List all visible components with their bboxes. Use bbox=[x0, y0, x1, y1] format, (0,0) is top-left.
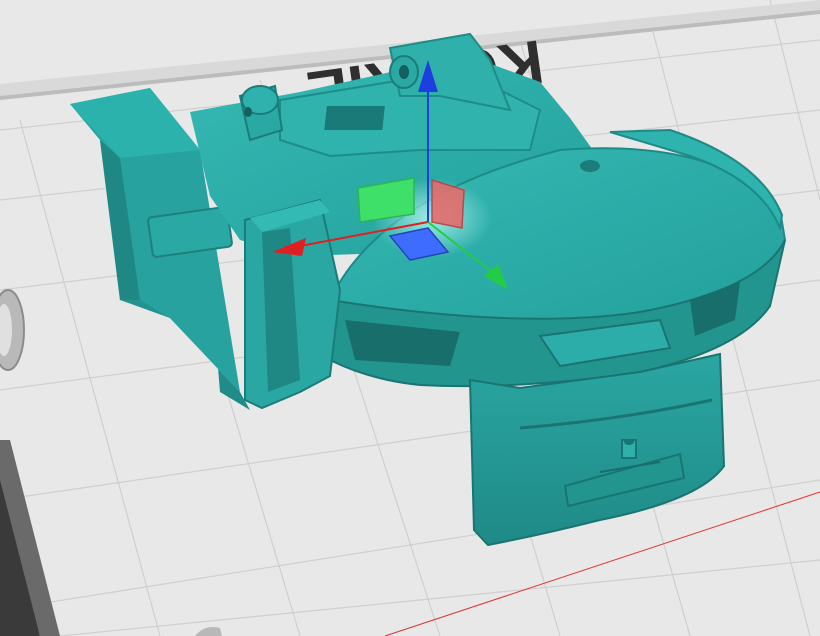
scene-canvas[interactable]: KCURIE bbox=[0, 0, 820, 636]
bed-clip bbox=[0, 289, 25, 371]
3d-viewport[interactable]: KCURIE bbox=[0, 0, 820, 636]
